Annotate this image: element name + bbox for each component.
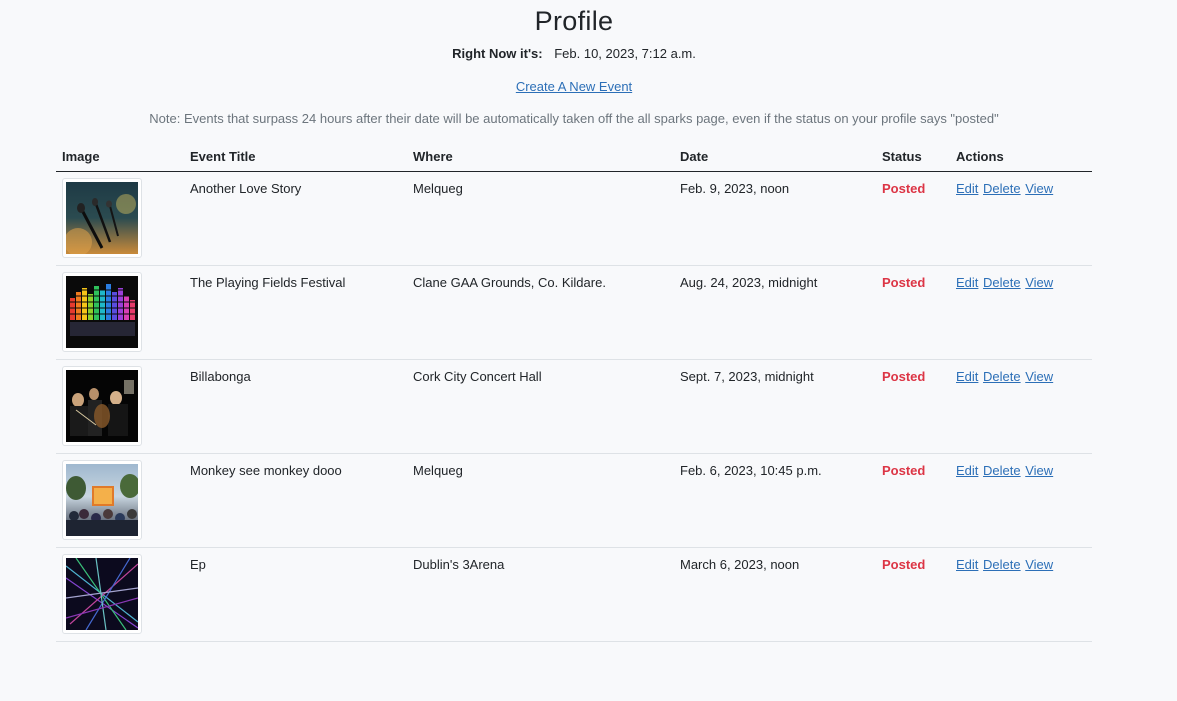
create-event-link-wrap: Create A New Event xyxy=(0,79,1148,94)
event-thumbnail xyxy=(62,554,142,634)
view-link[interactable]: View xyxy=(1025,181,1053,196)
event-title: Ep xyxy=(184,547,407,642)
table-row: The Playing Fields Festival Clane GAA Gr… xyxy=(56,265,1092,360)
event-date: Feb. 6, 2023, 10:45 p.m. xyxy=(674,453,876,548)
column-header-actions: Actions xyxy=(950,140,1092,172)
view-link[interactable]: View xyxy=(1025,463,1053,478)
event-title: Billabonga xyxy=(184,359,407,454)
event-where: Melqueg xyxy=(407,453,674,548)
current-time-value: Feb. 10, 2023, 7:12 a.m. xyxy=(554,46,696,61)
status-badge: Posted xyxy=(876,547,950,642)
status-badge: Posted xyxy=(876,453,950,548)
event-actions: Edit Delete View xyxy=(950,453,1092,548)
status-badge: Posted xyxy=(876,171,950,266)
event-image-cell xyxy=(56,265,184,360)
event-thumbnail xyxy=(62,272,142,352)
event-image-cell xyxy=(56,171,184,266)
events-table: Image Event Title Where Date Status Acti… xyxy=(56,140,1092,642)
outdoor-festival-crowd-image xyxy=(66,464,138,536)
view-link[interactable]: View xyxy=(1025,557,1053,572)
page-title: Profile xyxy=(534,6,614,36)
event-title: Another Love Story xyxy=(184,171,407,266)
delete-link[interactable]: Delete xyxy=(983,275,1021,290)
edit-link[interactable]: Edit xyxy=(956,275,978,290)
table-row: Billabonga Cork City Concert Hall Sept. … xyxy=(56,359,1092,454)
view-link[interactable]: View xyxy=(1025,275,1053,290)
event-title: Monkey see monkey dooo xyxy=(184,453,407,548)
rainbow-equalizer-image xyxy=(66,276,138,348)
event-image-cell xyxy=(56,453,184,548)
table-row: Ep Dublin's 3Arena March 6, 2023, noon P… xyxy=(56,547,1092,642)
event-actions: Edit Delete View xyxy=(950,171,1092,266)
orchestra-concert-image xyxy=(66,370,138,442)
status-badge: Posted xyxy=(876,265,950,360)
event-date: Aug. 24, 2023, midnight xyxy=(674,265,876,360)
table-header-row: Image Event Title Where Date Status Acti… xyxy=(56,140,1092,172)
column-header-event-title: Event Title xyxy=(184,140,407,172)
current-time-label: Right Now it's: xyxy=(452,46,543,61)
microphones-stage-image xyxy=(66,182,138,254)
edit-link[interactable]: Edit xyxy=(956,463,978,478)
column-header-image: Image xyxy=(56,140,184,172)
event-title: The Playing Fields Festival xyxy=(184,265,407,360)
delete-link[interactable]: Delete xyxy=(983,463,1021,478)
event-where: Clane GAA Grounds, Co. Kildare. xyxy=(407,265,674,360)
table-row: Another Love Story Melqueg Feb. 9, 2023,… xyxy=(56,171,1092,266)
edit-link[interactable]: Edit xyxy=(956,369,978,384)
delete-link[interactable]: Delete xyxy=(983,369,1021,384)
current-time-line: Right Now it's: Feb. 10, 2023, 7:12 a.m. xyxy=(0,46,1148,61)
event-actions: Edit Delete View xyxy=(950,265,1092,360)
edit-link[interactable]: Edit xyxy=(956,181,978,196)
event-date: Feb. 9, 2023, noon xyxy=(674,171,876,266)
event-image-cell xyxy=(56,547,184,642)
column-header-status: Status xyxy=(876,140,950,172)
delete-link[interactable]: Delete xyxy=(983,181,1021,196)
create-event-link[interactable]: Create A New Event xyxy=(516,79,632,94)
view-link[interactable]: View xyxy=(1025,369,1053,384)
profile-page: Profile Right Now it's: Feb. 10, 2023, 7… xyxy=(0,0,1177,701)
event-image-cell xyxy=(56,359,184,454)
event-actions: Edit Delete View xyxy=(950,547,1092,642)
event-where: Melqueg xyxy=(407,171,674,266)
status-badge: Posted xyxy=(876,359,950,454)
event-where: Cork City Concert Hall xyxy=(407,359,674,454)
event-thumbnail xyxy=(62,460,142,540)
event-thumbnail xyxy=(62,366,142,446)
event-where: Dublin's 3Arena xyxy=(407,547,674,642)
edit-link[interactable]: Edit xyxy=(956,557,978,572)
events-note: Note: Events that surpass 24 hours after… xyxy=(149,111,999,126)
event-date: Sept. 7, 2023, midnight xyxy=(674,359,876,454)
laser-lights-image xyxy=(66,558,138,630)
delete-link[interactable]: Delete xyxy=(983,557,1021,572)
event-thumbnail xyxy=(62,178,142,258)
event-date: March 6, 2023, noon xyxy=(674,547,876,642)
table-row: Monkey see monkey dooo Melqueg Feb. 6, 2… xyxy=(56,453,1092,548)
event-actions: Edit Delete View xyxy=(950,359,1092,454)
column-header-date: Date xyxy=(674,140,876,172)
column-header-where: Where xyxy=(407,140,674,172)
